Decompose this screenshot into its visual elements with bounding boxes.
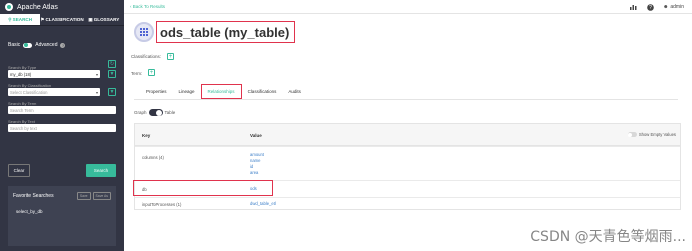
help-circle-icon[interactable]: ?: [646, 3, 655, 11]
table-header: Key Value Show Empty Values: [135, 124, 680, 146]
show-empty-label: Show Empty Values: [638, 132, 676, 137]
type-select[interactable]: my_db (18) ▾: [8, 70, 100, 78]
atlas-logo-icon: [5, 3, 13, 11]
user-menu[interactable]: ☻ admin: [663, 4, 684, 10]
value-header: Value: [250, 133, 262, 138]
chevron-left-icon: ‹: [130, 4, 132, 9]
table-entity-icon: [134, 22, 154, 42]
tab-search-label: SEARCH: [12, 17, 33, 22]
back-to-results-link[interactable]: ‹ Back To Results: [130, 4, 165, 9]
help-icon[interactable]: ?: [60, 42, 66, 48]
view-toggle-row: Graph Table: [134, 109, 175, 116]
text-search-input[interactable]: Search by text: [8, 124, 116, 132]
classification-select[interactable]: Select Classification ▾: [8, 88, 100, 96]
search-mode-toggle[interactable]: [23, 42, 33, 48]
sidebar: Apache Atlas ⚲ SEARCH ⚑ CLASSIFICATION ▣…: [0, 0, 124, 251]
chevron-down-icon: ▾: [95, 71, 98, 77]
tag-icon: ⚑: [40, 16, 45, 22]
add-classification-button[interactable]: +: [167, 53, 174, 60]
tab-classification-label: CLASSIFICATION: [45, 17, 84, 22]
brand[interactable]: Apache Atlas: [0, 0, 124, 14]
tab-search[interactable]: ⚲ SEARCH: [0, 14, 41, 25]
tabs-divider: [134, 99, 678, 100]
favorite-item[interactable]: select_by_db: [13, 209, 111, 214]
basic-label: Basic: [8, 42, 21, 48]
term-input[interactable]: Search Term: [8, 106, 116, 114]
user-icon: ☻: [663, 4, 669, 10]
search-mode-row: Basic Advanced ?: [8, 41, 116, 49]
table-row: inputToProcesses (1) dwd_table_etl: [135, 197, 680, 210]
term-label: Term:: [131, 71, 143, 76]
refresh-icon: ↻: [109, 61, 115, 67]
relationship-link[interactable]: dwd_table_etl: [250, 201, 276, 207]
search-button[interactable]: Search: [86, 164, 116, 177]
favorites-title: Favorite Searches: [13, 193, 54, 199]
clear-button[interactable]: Clear: [8, 164, 30, 177]
relationship-link[interactable]: area: [250, 170, 264, 176]
relationships-table: Key Value Show Empty Values columns (4) …: [134, 123, 681, 210]
tab-glossary-label: GLOSSARY: [93, 17, 120, 22]
row-key: columns (4): [142, 155, 164, 160]
classifications-label: Classifications:: [131, 54, 162, 59]
refresh-button[interactable]: ↻: [108, 60, 116, 68]
db-row-highlight: [133, 180, 273, 196]
show-empty-toggle[interactable]: [627, 132, 637, 137]
type-filter-button[interactable]: ▼: [108, 70, 116, 78]
tab-audits[interactable]: Audits: [282, 84, 307, 99]
text-search-placeholder: Search by text: [10, 125, 37, 131]
brand-name: Apache Atlas: [17, 3, 58, 11]
entity-title-box: ods_table (my_table): [156, 21, 296, 43]
search-actions: Clear Search: [8, 164, 116, 177]
plus-icon: +: [149, 69, 154, 76]
filter-icon: ▼: [109, 71, 115, 77]
add-term-button[interactable]: +: [148, 69, 155, 76]
tab-classifications[interactable]: Classifications: [242, 84, 283, 99]
back-label: Back To Results: [132, 4, 165, 9]
classification-select-placeholder: Select Classification: [10, 89, 48, 95]
tab-lineage[interactable]: Lineage: [173, 84, 201, 99]
favorite-searches-panel: Favorite Searches Save Save As select_by…: [8, 186, 116, 246]
save-as-button[interactable]: Save As: [92, 192, 111, 200]
table-label: Table: [164, 110, 176, 115]
watermark: CSDN @天青色等烟雨...: [530, 229, 686, 245]
graph-label: Graph: [134, 110, 147, 115]
user-name: admin: [670, 4, 684, 10]
tab-classification[interactable]: ⚑ CLASSIFICATION: [40, 14, 83, 25]
tab-relationships[interactable]: Relationships: [200, 84, 242, 99]
graph-table-toggle[interactable]: [148, 109, 163, 116]
classification-filter-button[interactable]: ▼: [108, 88, 116, 96]
detail-tabs: Properties Lineage Relationships Classif…: [140, 84, 307, 99]
key-header: Key: [142, 133, 151, 138]
svg-text:?: ?: [649, 5, 652, 11]
tab-glossary[interactable]: ▣ GLOSSARY: [84, 14, 124, 25]
plus-icon: +: [168, 53, 173, 60]
tab-properties[interactable]: Properties: [140, 84, 173, 99]
top-bar: ‹ Back To Results ? ☻ admin: [124, 0, 692, 14]
term-input-placeholder: Search Term: [10, 107, 34, 113]
save-button[interactable]: Save: [76, 192, 91, 200]
table-row: columns (4) amount name id area: [135, 146, 680, 180]
row-key: inputToProcesses (1): [142, 202, 182, 207]
type-select-value: my_db (18): [10, 71, 32, 77]
filter-icon: ▼: [109, 89, 115, 95]
search-icon: ⚲: [8, 16, 12, 22]
show-empty-values: Show Empty Values: [627, 132, 676, 137]
statistics-icon[interactable]: [629, 3, 638, 11]
sidebar-tabs: ⚲ SEARCH ⚑ CLASSIFICATION ▣ GLOSSARY: [0, 14, 124, 26]
entity-title: ods_table (my_table): [160, 24, 290, 40]
book-icon: ▣: [88, 16, 93, 22]
advanced-label: Advanced: [35, 42, 58, 48]
chevron-down-icon: ▾: [95, 89, 98, 95]
